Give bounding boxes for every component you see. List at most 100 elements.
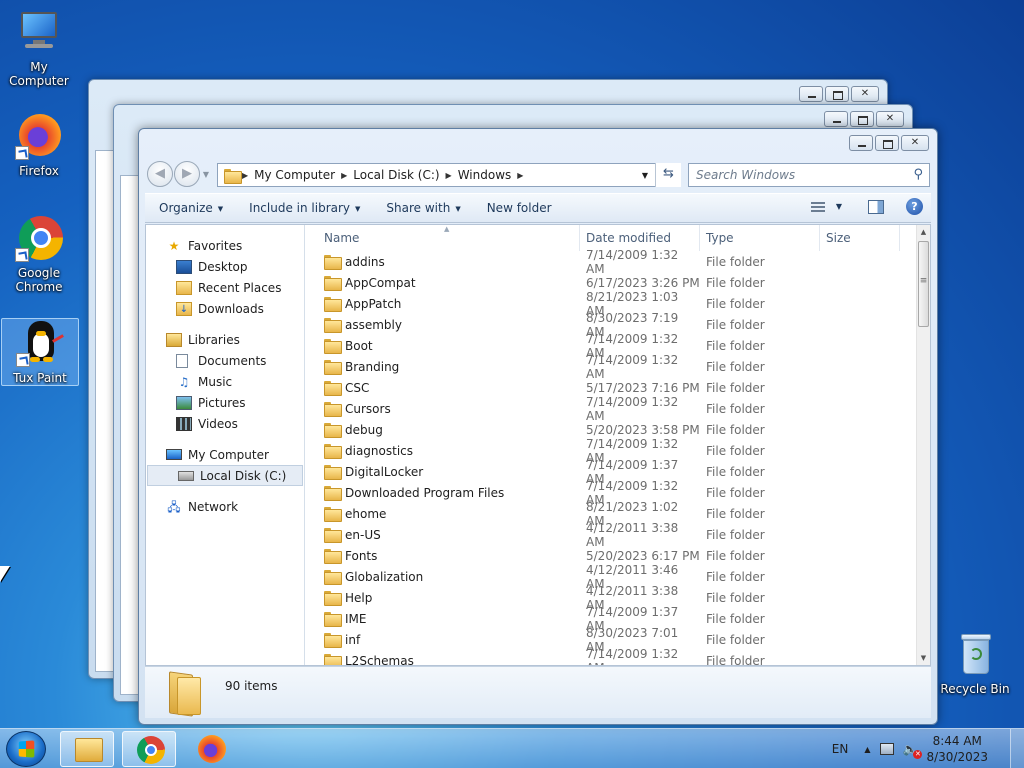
organize-button[interactable]: Organize ▼ [145,201,235,215]
column-size[interactable]: Size [820,225,900,251]
desktop-icon-recycle-bin[interactable]: Recycle Bin [936,630,1014,696]
desktop-icon-tux-paint[interactable]: Tux Paint [1,318,79,386]
clock[interactable]: 8:44 AM 8/30/2023 [926,733,988,765]
close-button[interactable] [901,135,929,151]
nav-pictures[interactable]: Pictures [146,392,304,413]
taskbar-chrome-button[interactable] [122,731,176,767]
file-row[interactable]: Branding 7/14/2009 1:32 AM File folder [306,353,916,381]
nav-libraries[interactable]: Libraries [146,329,304,350]
fonts-folder-icon [324,549,342,564]
nav-my-computer[interactable]: My Computer [146,444,304,465]
file-name: DigitalLocker [345,464,424,479]
file-type: File folder [706,464,765,479]
navigation-buttons: ◀ ▶ ▼ [147,161,211,187]
file-date: 4/12/2011 3:38 AM [586,520,679,549]
file-type: File folder [706,506,765,521]
file-type: File folder [706,590,765,605]
new-folder-button[interactable]: New folder [473,201,564,215]
nav-recent-places[interactable]: Recent Places [146,277,304,298]
nav-desktop[interactable]: Desktop [146,256,304,277]
desktop-icon-my-computer[interactable]: My Computer [0,8,78,88]
address-dropdown-icon[interactable]: ▼ [642,171,648,180]
explorer-window[interactable]: ◀ ▶ ▼ ▶ My Computer ▶ Local Disk (C:) ▶ … [138,128,938,725]
scrollbar-thumb[interactable] [918,241,929,327]
taskbar-firefox-button[interactable] [184,731,238,767]
folder-icon [324,318,342,333]
nav-network[interactable]: 🖧 Network [146,496,304,517]
file-row[interactable]: L2Schemas 7/14/2009 1:32 AM File folder [306,647,916,665]
scroll-down-icon[interactable]: ▼ [917,651,930,665]
vertical-scrollbar[interactable]: ▲ ▼ [916,225,930,665]
minimize-button[interactable] [824,111,848,127]
breadcrumb-windows[interactable]: Windows [454,168,516,182]
folder-icon [167,673,201,715]
help-icon[interactable]: ? [906,198,923,215]
show-hidden-icons-icon[interactable]: ▲ [864,745,870,754]
nav-local-disk[interactable]: Local Disk (C:) [147,465,303,486]
refresh-button[interactable]: ⇆ [655,163,681,187]
desktop-icon-firefox[interactable]: Firefox [0,112,78,178]
breadcrumb-local-disk[interactable]: Local Disk (C:) [349,168,443,182]
maximize-button[interactable] [875,135,899,151]
breadcrumb-arrow-icon[interactable]: ▶ [339,171,349,180]
nav-documents[interactable]: Documents [146,350,304,371]
close-button[interactable] [851,86,879,102]
minimize-button[interactable] [849,135,873,151]
address-bar[interactable]: ▶ My Computer ▶ Local Disk (C:) ▶ Window… [217,163,681,187]
chevron-down-icon: ▼ [355,204,361,213]
language-indicator[interactable]: EN [832,742,849,756]
item-count: 90 items [225,679,278,693]
column-date-modified[interactable]: Date modified [580,225,700,251]
nav-label: Music [198,374,233,389]
folder-icon [324,360,342,375]
file-row[interactable]: addins 7/14/2009 1:32 AM File folder [306,248,916,276]
chrome-center-icon [145,744,157,756]
folder-icon [324,486,342,501]
back-button[interactable]: ◀ [147,161,173,187]
file-type: File folder [706,632,765,647]
file-row[interactable]: Cursors 7/14/2009 1:32 AM File folder [306,395,916,423]
network-icon[interactable] [880,743,895,755]
show-desktop-button[interactable] [1010,729,1024,768]
clock-date: 8/30/2023 [926,750,988,764]
file-name: ehome [345,506,387,521]
change-view-icon[interactable] [810,200,826,214]
recycle-bin-icon [951,630,999,678]
breadcrumb-arrow-icon[interactable]: ▶ [444,171,454,180]
close-button[interactable] [876,111,904,127]
maximize-button[interactable] [850,111,874,127]
share-with-button[interactable]: Share with ▼ [372,201,472,215]
file-name: CSC [345,380,370,395]
documents-icon [176,353,188,368]
start-button[interactable] [6,731,46,767]
file-row[interactable]: en-US 4/12/2011 3:38 AM File folder [306,521,916,549]
nav-music[interactable]: ♫ Music [146,371,304,392]
nav-favorites[interactable]: ★ Favorites [146,235,304,256]
recent-pages-dropdown[interactable]: ▼ [201,170,211,179]
include-in-library-button[interactable]: Include in library ▼ [235,201,372,215]
search-input[interactable]: Search Windows ⚲ [688,163,930,187]
search-placeholder: Search Windows [696,168,796,182]
column-type[interactable]: Type [700,225,820,251]
breadcrumb-my-computer[interactable]: My Computer [250,168,339,182]
maximize-button[interactable] [825,86,849,102]
taskbar-explorer-button[interactable] [60,731,114,767]
breadcrumb-arrow-icon[interactable]: ▶ [515,171,525,180]
file-name: debug [345,422,383,437]
view-options-dropdown-icon[interactable]: ▼ [836,202,842,211]
forward-button[interactable]: ▶ [174,161,200,187]
column-name[interactable]: Name [306,225,580,251]
scroll-up-icon[interactable]: ▲ [917,225,930,239]
preview-pane-icon[interactable] [868,199,884,214]
desktop-icon-label: Tux Paint [13,371,67,385]
folder-icon [324,444,342,459]
minimize-button[interactable] [799,86,823,102]
volume-muted-icon[interactable]: 🔈 ✕ [902,741,923,759]
file-type: File folder [706,485,765,500]
desktop-icon-chrome[interactable]: Google Chrome [0,214,78,294]
folder-icon [324,423,342,438]
folder-icon [324,654,342,665]
file-date: 6/17/2023 3:26 PM [586,275,700,290]
nav-downloads[interactable]: ↓ Downloads [146,298,304,319]
nav-videos[interactable]: Videos [146,413,304,434]
